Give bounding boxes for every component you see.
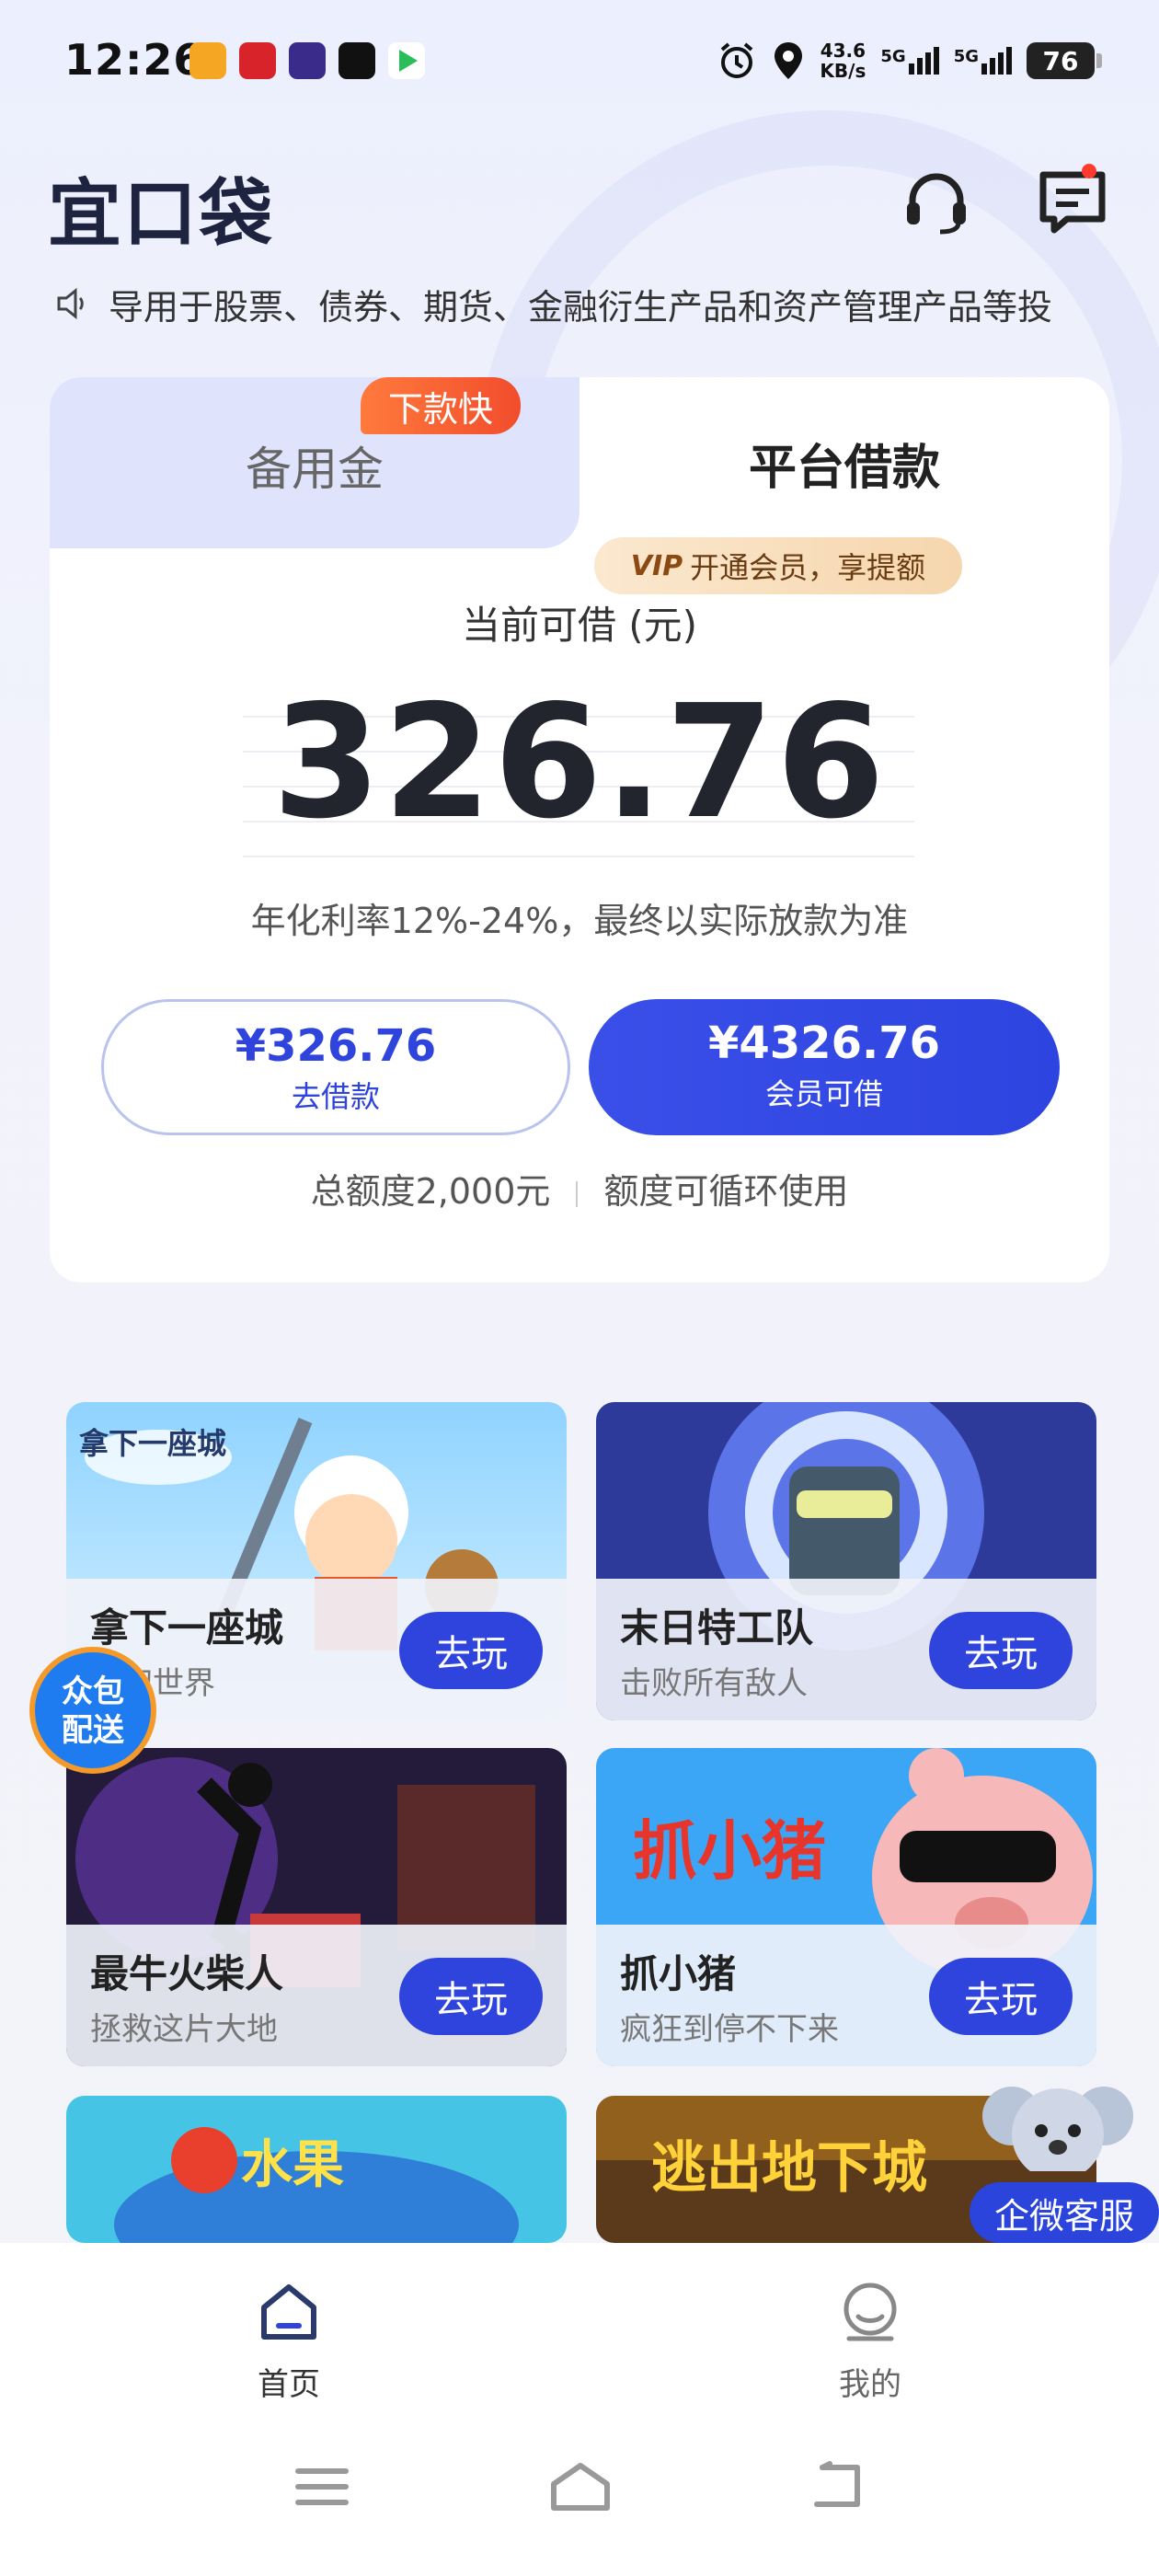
customer-service-button[interactable]: 企微客服: [970, 2182, 1159, 2243]
app-icon-galaxy: [289, 42, 326, 79]
game-title: 末日特工队: [620, 1605, 814, 1650]
location-icon: [775, 42, 803, 79]
back-icon[interactable]: [809, 2460, 865, 2512]
battery-indicator: 76: [1027, 42, 1102, 79]
crowd-line2: 配送: [62, 1712, 124, 1749]
game-info: 最牛火柴人 拯救这片大地 去玩: [66, 1925, 567, 2066]
home-icon[interactable]: [548, 2460, 613, 2512]
game-info: 末日特工队 击败所有敌人 去玩: [596, 1579, 1096, 1720]
status-bar: 12:26 43.6 KB/s 5G 5G 76: [0, 0, 1159, 120]
game-info: 抓小猪 疯狂到停不下来 去玩: [596, 1925, 1096, 2066]
game-desc: 疯狂到停不下来: [620, 2011, 839, 2048]
fast-tag: 下款快: [361, 377, 522, 434]
play-button[interactable]: 去玩: [399, 1612, 543, 1689]
headset-icon[interactable]: [900, 166, 973, 239]
notice-marquee[interactable]: 导用于股票、债券、期货、金融衍生产品和资产管理产品等投: [55, 278, 1113, 329]
home-icon: [261, 2284, 316, 2340]
game-title: 拿下一座城: [90, 1605, 284, 1650]
vip-promo-tag[interactable]: VIP 开通会员，享提额: [594, 537, 962, 594]
game-card[interactable]: 最牛火柴人 拯救这片大地 去玩: [66, 1748, 567, 2066]
menu-icon[interactable]: [294, 2464, 350, 2510]
app-logo: 宜口袋: [48, 171, 274, 257]
quota-note: 额度可循环使用: [603, 1171, 849, 1212]
profile-icon: [843, 2283, 897, 2341]
game-card[interactable]: 水果: [66, 2096, 567, 2243]
quota-info: 总额度2,000元 额度可循环使用: [50, 1163, 1109, 1213]
crowd-delivery-badge[interactable]: 众包 配送: [29, 1647, 156, 1774]
app-icon-contacts: [189, 42, 226, 79]
member-button-label: 会员可借: [764, 1076, 883, 1111]
game-art-title: 拿下一座城: [79, 1426, 227, 1461]
status-time: 12:26: [64, 35, 204, 85]
quota-total: 总额度2,000元: [310, 1171, 551, 1212]
play-button[interactable]: 去玩: [399, 1958, 543, 2035]
available-amount: 326.76: [271, 672, 887, 854]
nav-mine-label: 我的: [839, 2366, 901, 2403]
game-desc: 拯救这片大地: [90, 2011, 278, 2048]
loan-card: 备用金 平台借款 当前可借 (元) 326.76 年化利率12%-24%，最终以…: [50, 377, 1109, 1282]
game-card[interactable]: 抓小猪 抓小猪 疯狂到停不下来 去玩: [596, 1748, 1096, 2066]
unread-dot: [1082, 164, 1096, 178]
notice-text: 导用于股票、债券、期货、金融衍生产品和资产管理产品等投: [109, 286, 1053, 328]
game-card[interactable]: 末日特工队 击败所有敌人 去玩: [596, 1402, 1096, 1720]
crowd-line1: 众包: [62, 1673, 124, 1710]
borrow-button-label: 去借款: [291, 1079, 380, 1114]
signal-2: 5G: [954, 47, 1012, 75]
nav-home[interactable]: 首页: [197, 2280, 381, 2404]
vip-promo-text: 开通会员，享提额: [690, 550, 926, 585]
alarm-icon: [721, 42, 753, 78]
speaker-icon: [57, 287, 84, 320]
game-art-title: 逃出地下城: [651, 2136, 927, 2201]
borrow-button[interactable]: ¥326.76 去借款: [101, 999, 570, 1135]
koala-mascot-icon[interactable]: [975, 2079, 1141, 2171]
game-desc: 击败所有敌人: [620, 1665, 808, 1702]
nav-home-label: 首页: [258, 2366, 320, 2403]
signal-1: 5G: [880, 47, 939, 75]
quota-divider: [576, 1180, 579, 1207]
member-button-amount: ¥4326.76: [707, 1018, 941, 1069]
member-borrow-button[interactable]: ¥4326.76 会员可借: [589, 999, 1060, 1135]
app-icon-tiktok: [339, 42, 375, 79]
borrow-button-amount: ¥326.76: [235, 1020, 437, 1072]
system-navigation-bar: [0, 2427, 1159, 2576]
game-title: 最牛火柴人: [90, 1951, 284, 1996]
bottom-nav: 首页 我的: [0, 2243, 1159, 2427]
tab-platform-loan[interactable]: 平台借款: [580, 429, 1109, 498]
message-icon[interactable]: [1036, 166, 1109, 239]
status-right: 43.6 KB/s 5G 5G 76: [717, 33, 1102, 88]
nav-mine[interactable]: 我的: [778, 2280, 962, 2404]
game-art-title: 水果: [241, 2135, 344, 2195]
vip-icon: VIP: [630, 549, 683, 582]
game-title: 抓小猪: [620, 1951, 737, 1996]
network-speed: 43.6 KB/s: [820, 40, 866, 82]
rate-text: 年化利率12%-24%，最终以实际放款为准: [250, 901, 909, 941]
available-label: 当前可借 (元): [461, 603, 698, 648]
play-button[interactable]: 去玩: [929, 1958, 1073, 2035]
play-button[interactable]: 去玩: [929, 1612, 1073, 1689]
app-icon-play: [388, 42, 425, 79]
tab-reserve-fund-label: 备用金: [246, 443, 384, 496]
game-art-title: 抓小猪: [633, 1813, 826, 1889]
app-icon-game: [239, 42, 276, 79]
